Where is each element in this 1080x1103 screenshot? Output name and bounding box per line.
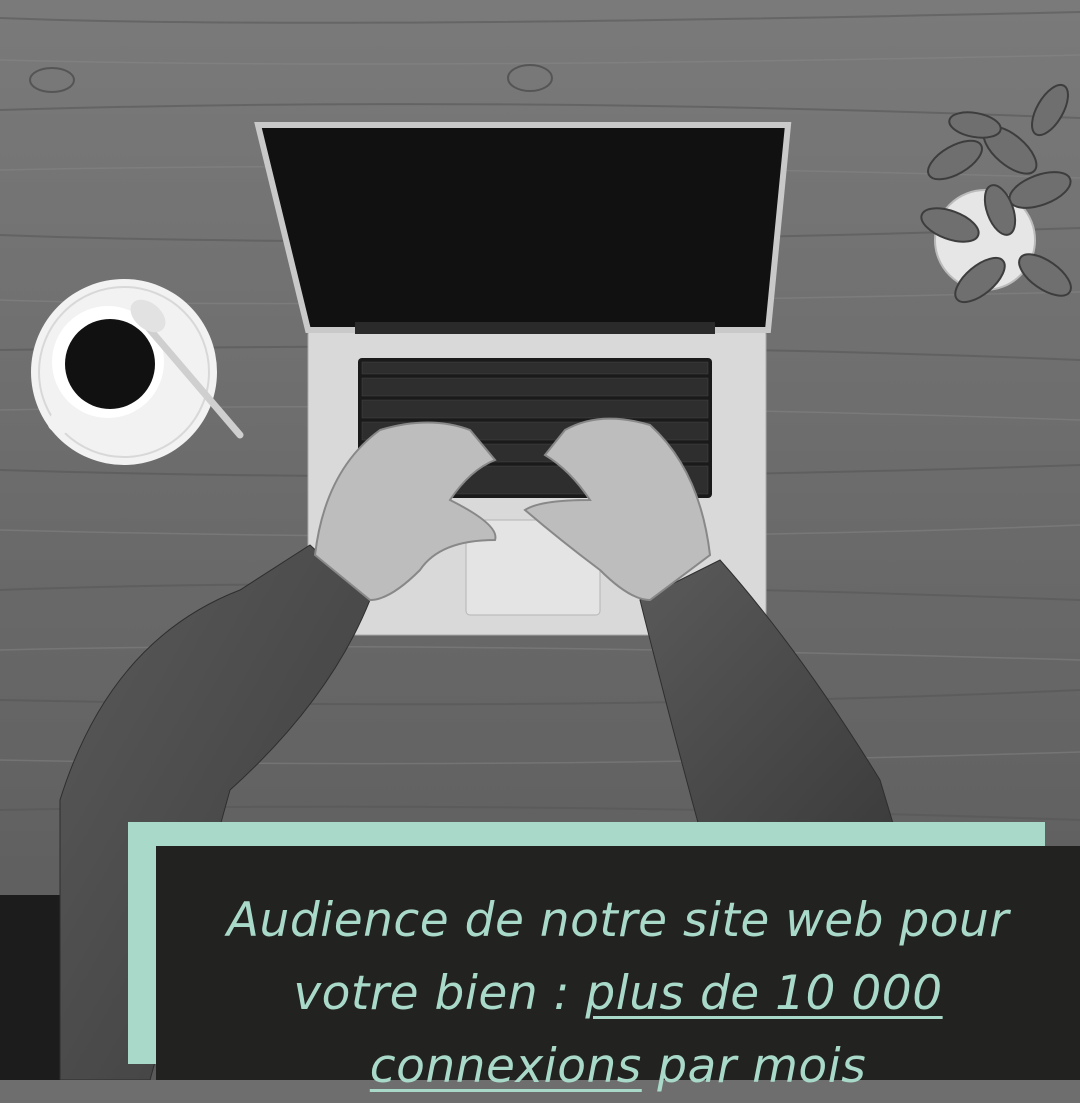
caption-text: Audience de notre site web pour votre bi… bbox=[156, 884, 1080, 1103]
caption-panel: Audience de notre site web pour votre bi… bbox=[156, 846, 1080, 1094]
caption-line-1: Audience de notre site web pour bbox=[226, 893, 1010, 948]
caption-line-2: votre bien : bbox=[293, 966, 586, 1021]
caption-highlight-2: connexions bbox=[369, 1039, 642, 1094]
caption-highlight-1: plus de 10 000 bbox=[585, 966, 943, 1021]
caption-box: Audience de notre site web pour votre bi… bbox=[128, 822, 1080, 1094]
caption-line-3: par mois bbox=[641, 1039, 867, 1094]
